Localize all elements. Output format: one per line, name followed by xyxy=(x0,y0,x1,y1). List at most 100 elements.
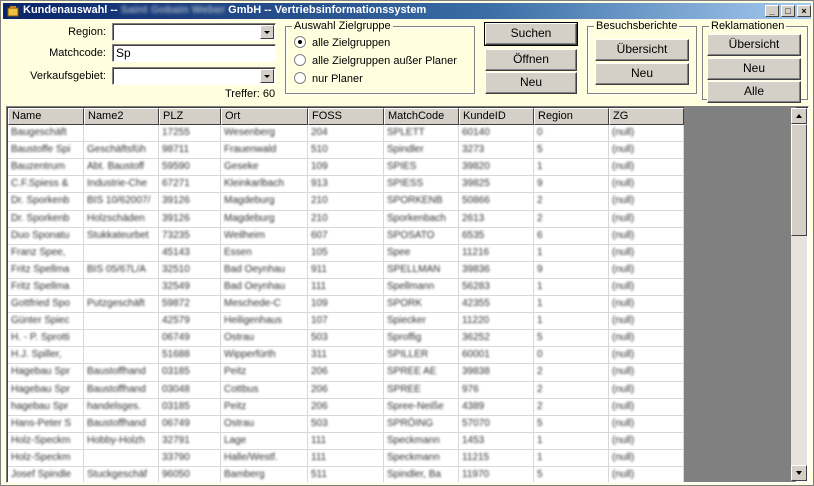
table-cell[interactable]: 0 xyxy=(534,125,609,143)
table-cell[interactable]: Heiligenhaus xyxy=(221,313,308,331)
radio-ausser-planer[interactable]: alle Zielgruppen außer Planer xyxy=(294,54,457,67)
table-cell[interactable]: SPREE xyxy=(384,382,459,400)
table-cell[interactable]: Meschede-C xyxy=(221,296,308,314)
verkaufsgebiet-select[interactable] xyxy=(112,67,276,85)
reklamationen-uebersicht-button[interactable]: Übersicht xyxy=(707,34,801,56)
table-cell[interactable]: 311 xyxy=(308,347,384,365)
table-cell[interactable]: 2 xyxy=(534,364,609,382)
table-cell[interactable]: Weilheim xyxy=(221,228,308,246)
table-cell[interactable]: 03185 xyxy=(159,364,221,382)
table-cell[interactable]: 11216 xyxy=(459,245,534,263)
table-cell[interactable]: 111 xyxy=(308,279,384,297)
table-cell[interactable]: 2613 xyxy=(459,211,534,229)
table-cell[interactable]: Sproffig xyxy=(384,330,459,348)
table-cell[interactable]: 60001 xyxy=(459,347,534,365)
table-cell[interactable]: 06749 xyxy=(159,416,221,434)
radio-dot[interactable] xyxy=(294,36,306,48)
table-cell[interactable]: 1 xyxy=(534,279,609,297)
column-header-plz[interactable]: PLZ xyxy=(159,108,221,125)
maximize-button[interactable]: □ xyxy=(781,5,795,17)
table-cell[interactable]: 1 xyxy=(534,450,609,468)
table-cell[interactable]: Franz Spee, xyxy=(8,245,84,263)
table-cell[interactable]: Fritz Spellma xyxy=(8,279,84,297)
table-cell[interactable]: (null) xyxy=(609,296,684,314)
table-cell[interactable]: 111 xyxy=(308,450,384,468)
table-cell[interactable]: Baustoffhand xyxy=(84,382,159,400)
table-cell[interactable]: Putzgeschäft xyxy=(84,296,159,314)
table-cell[interactable]: Bauzentrum xyxy=(8,159,84,177)
column-header-kundeid[interactable]: KundeID xyxy=(459,108,534,125)
table-cell[interactable]: 11215 xyxy=(459,450,534,468)
table-cell[interactable]: 976 xyxy=(459,382,534,400)
table-cell[interactable]: Holz-Speckm xyxy=(8,433,84,451)
besuchsberichte-neu-button[interactable]: Neu xyxy=(595,63,689,85)
column-header-matchcode[interactable]: MatchCode xyxy=(384,108,459,125)
table-cell[interactable]: Magdeburg xyxy=(221,193,308,211)
table-cell[interactable]: Magdeburg xyxy=(221,211,308,229)
table-cell[interactable]: 2 xyxy=(534,211,609,229)
table-cell[interactable]: Bamberg xyxy=(221,467,308,482)
table-cell[interactable]: 109 xyxy=(308,296,384,314)
table-cell[interactable]: H. - P. Sprotti xyxy=(8,330,84,348)
table-cell[interactable]: 73235 xyxy=(159,228,221,246)
table-cell[interactable]: 1453 xyxy=(459,433,534,451)
table-cell[interactable]: Spindler, Ba xyxy=(384,467,459,482)
table-cell[interactable]: (null) xyxy=(609,211,684,229)
table-cell[interactable]: BIS 10/62007/ xyxy=(84,193,159,211)
table-cell[interactable]: SPELLMAN xyxy=(384,262,459,280)
minimize-button[interactable]: _ xyxy=(765,5,779,17)
table-cell[interactable]: Wipperfürth xyxy=(221,347,308,365)
table-cell[interactable]: Wesenberg xyxy=(221,125,308,143)
table-cell[interactable]: Gottfried Spo xyxy=(8,296,84,314)
table-cell[interactable]: 60140 xyxy=(459,125,534,143)
table-cell[interactable]: 1 xyxy=(534,313,609,331)
table-cell[interactable]: 4389 xyxy=(459,399,534,417)
table-cell[interactable]: 39820 xyxy=(459,159,534,177)
table-cell[interactable]: 1 xyxy=(534,296,609,314)
table-cell[interactable]: Hobby-Holzh xyxy=(84,433,159,451)
table-cell[interactable]: 51688 xyxy=(159,347,221,365)
table-cell[interactable]: SPIESS xyxy=(384,176,459,194)
table-cell[interactable]: Peitz xyxy=(221,399,308,417)
table-cell[interactable]: 511 xyxy=(308,467,384,482)
chevron-down-icon[interactable] xyxy=(260,69,274,83)
table-cell[interactable]: 56283 xyxy=(459,279,534,297)
table-cell[interactable] xyxy=(84,347,159,365)
scroll-thumb[interactable] xyxy=(791,124,807,236)
table-cell[interactable]: (null) xyxy=(609,416,684,434)
table-cell[interactable]: 3273 xyxy=(459,142,534,160)
table-cell[interactable]: 1 xyxy=(534,245,609,263)
table-cell[interactable]: Günter Spiec xyxy=(8,313,84,331)
customer-table[interactable]: Name Name2 PLZ Ort FOSS MatchCode KundeID Regio… xyxy=(6,106,809,483)
table-cell[interactable]: (null) xyxy=(609,450,684,468)
table-cell[interactable]: (null) xyxy=(609,142,684,160)
table-cell[interactable]: Halle/Westf. xyxy=(221,450,308,468)
table-cell[interactable]: Frauenwald xyxy=(221,142,308,160)
table-cell[interactable]: Stukkateurbet xyxy=(84,228,159,246)
table-cell[interactable]: 911 xyxy=(308,262,384,280)
table-cell[interactable]: 6535 xyxy=(459,228,534,246)
column-header-name[interactable]: Name xyxy=(8,108,84,125)
table-cell[interactable]: 5 xyxy=(534,142,609,160)
table-cell[interactable]: 503 xyxy=(308,416,384,434)
table-cell[interactable]: Holz-Speckm xyxy=(8,450,84,468)
table-cell[interactable]: Ostrau xyxy=(221,416,308,434)
table-cell[interactable]: SPIES xyxy=(384,159,459,177)
table-cell[interactable]: SPORK xyxy=(384,296,459,314)
table-cell[interactable]: (null) xyxy=(609,262,684,280)
table-cell[interactable]: H.J. Spiller, xyxy=(8,347,84,365)
table-cell[interactable]: Spee xyxy=(384,245,459,263)
table-cell[interactable]: Spindler xyxy=(384,142,459,160)
reklamationen-alle-button[interactable]: Alle xyxy=(707,81,801,103)
table-cell[interactable]: 503 xyxy=(308,330,384,348)
table-cell[interactable]: 2 xyxy=(534,193,609,211)
table-cell[interactable]: Kleinkarlbach xyxy=(221,176,308,194)
table-cell[interactable]: 2 xyxy=(534,399,609,417)
table-cell[interactable]: Peitz xyxy=(221,364,308,382)
table-cell[interactable]: Dr. Sporkenb xyxy=(8,211,84,229)
table-cell[interactable]: Fritz Spellma xyxy=(8,262,84,280)
table-cell[interactable]: hagebau Spr xyxy=(8,399,84,417)
close-button[interactable]: × xyxy=(797,5,811,17)
table-cell[interactable]: SPOSATO xyxy=(384,228,459,246)
table-cell[interactable]: 0 xyxy=(534,347,609,365)
